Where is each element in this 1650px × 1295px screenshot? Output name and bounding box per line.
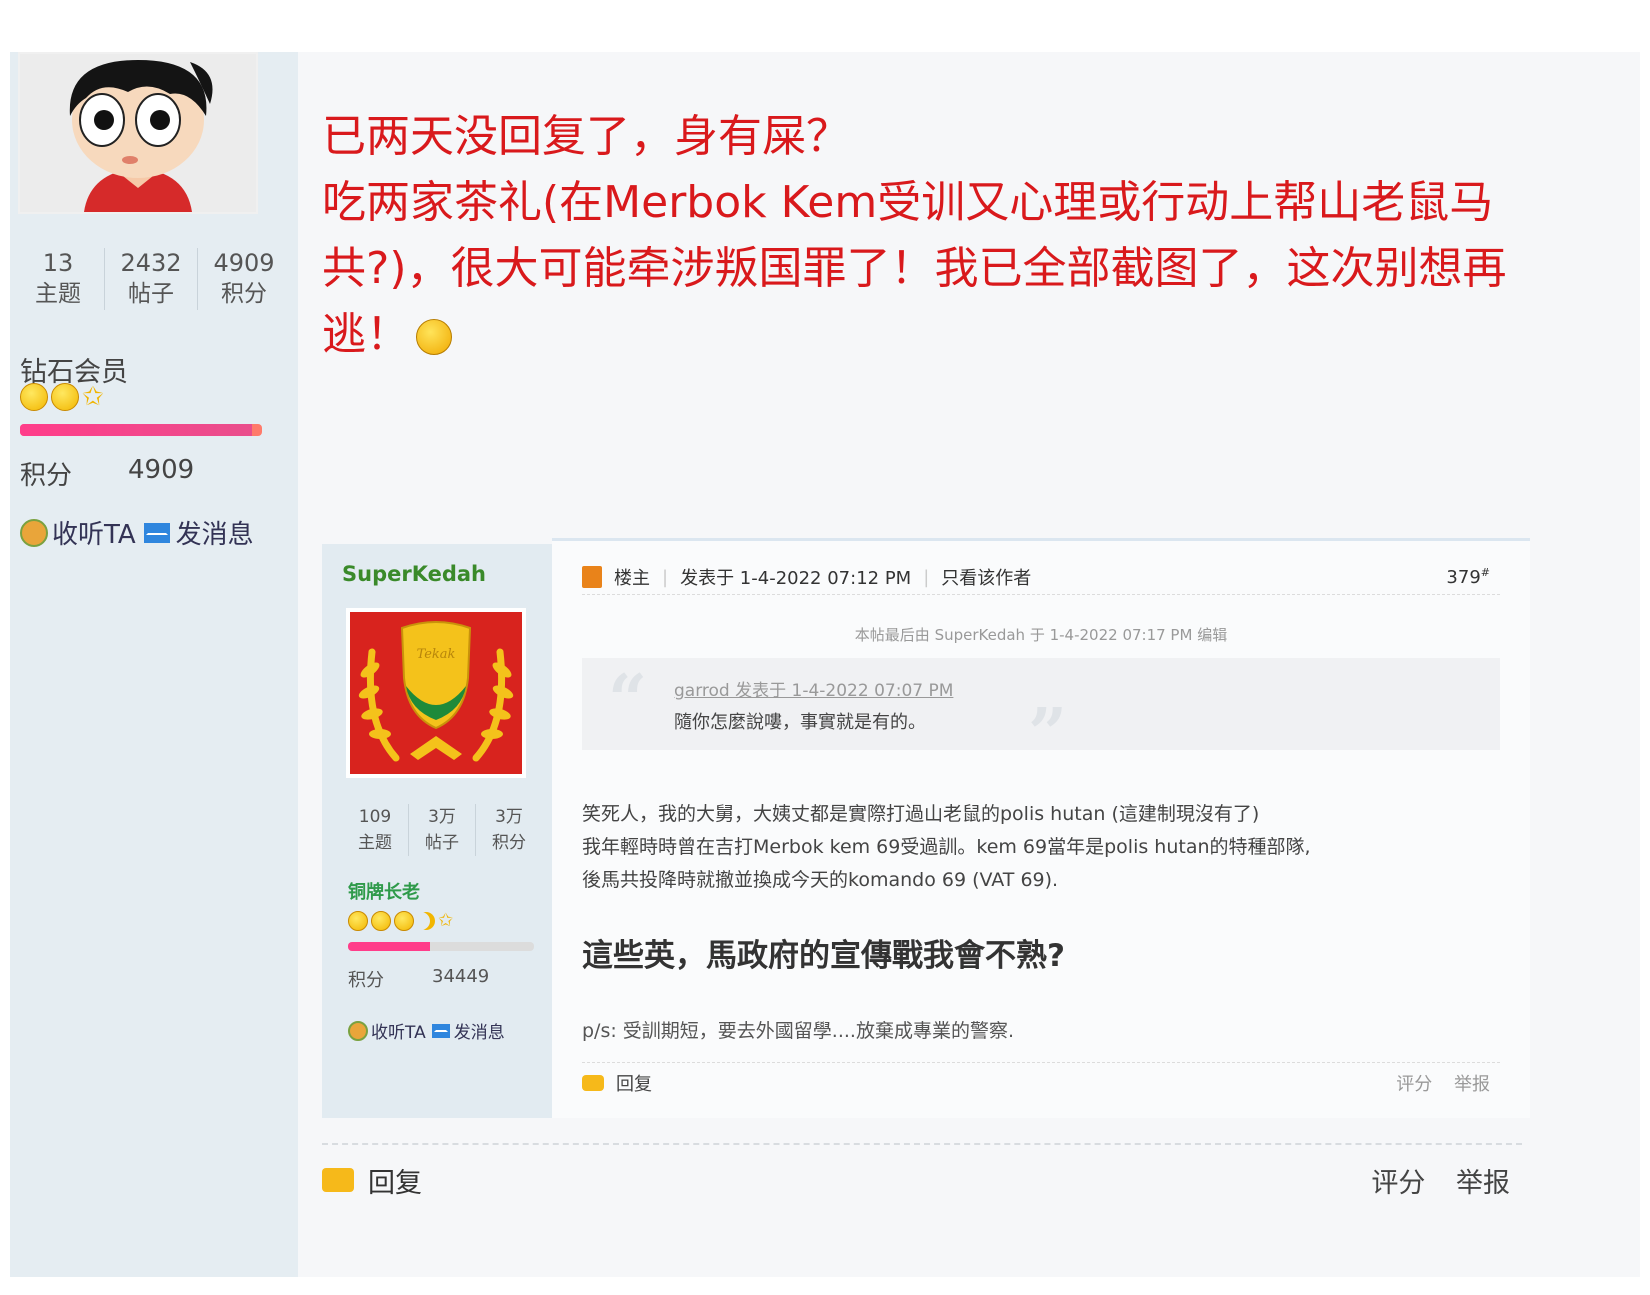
post-message: 已两天没回复了，身有屎？ 吃两家茶礼(在Merbok Kem受训又心理或行动上帮… xyxy=(322,104,1517,368)
star-icon: ✩ xyxy=(438,910,454,931)
outer-sidebar xyxy=(10,52,298,1277)
smiley-icon xyxy=(394,910,414,931)
stat-label: 帖子 xyxy=(128,281,174,307)
post-date: 发表于 1-4-2022 07:12 PM xyxy=(680,568,912,589)
points-value: 4909 xyxy=(128,455,195,485)
post-footer: 回复 评分 举报 xyxy=(582,1062,1500,1103)
floor-value: 379 xyxy=(1446,567,1481,588)
user-rank: 铜牌长老 xyxy=(348,882,420,903)
stat-value: 109 xyxy=(358,807,392,827)
floor-suffix: # xyxy=(1480,566,1490,579)
stat-topics[interactable]: 13 主题 xyxy=(12,248,104,310)
stat-points[interactable]: 4909 积分 xyxy=(197,248,290,310)
rank-icons: ✩ xyxy=(348,910,453,931)
stat-topics[interactable]: 109 主题 xyxy=(342,804,408,856)
points-label: 积分 xyxy=(348,970,384,991)
stat-value: 3万 xyxy=(428,807,456,827)
body-line: 後馬共投降時就撤並換成今天的komando 69 (VAT 69). xyxy=(582,869,1059,891)
quote-text: 隨你怎麼說嘍，事實就是有的。 xyxy=(674,712,926,733)
follow-icon xyxy=(20,518,48,547)
stat-points[interactable]: 3万 积分 xyxy=(475,804,542,856)
stat-value: 4909 xyxy=(213,249,275,277)
reply-icon xyxy=(582,1075,604,1091)
message-line: 吃两家茶礼(在Merbok Kem受训又心理或行动上帮山老鼠马共?)，很大可能牵… xyxy=(322,170,1517,368)
stat-label: 主题 xyxy=(358,833,392,853)
envelope-icon xyxy=(143,522,170,543)
stat-value: 2432 xyxy=(120,249,182,277)
level-progress-fill xyxy=(348,942,430,951)
footer-actions: 评分 举报 xyxy=(1371,1161,1510,1200)
kedah-emblem-icon: Tekak xyxy=(350,612,522,774)
stat-value: 3万 xyxy=(495,807,523,827)
open-quote-icon: “ xyxy=(608,660,648,740)
moon-icon xyxy=(417,912,435,930)
stat-posts[interactable]: 2432 帖子 xyxy=(104,248,197,310)
follow-icon xyxy=(348,1020,368,1041)
reply-icon xyxy=(322,1168,354,1192)
footer-actions: 评分 举报 xyxy=(1396,1070,1490,1096)
username[interactable]: SuperKedah xyxy=(342,562,486,586)
points-label: 积分 xyxy=(20,461,73,491)
author-tag: 楼主 xyxy=(614,568,650,589)
avatar[interactable]: Tekak xyxy=(346,608,526,778)
embedded-screenshot: SuperKedah Tekak 109 主题 3万 帖子 3万 积分 铜牌长老… xyxy=(322,538,1530,1118)
stat-value: 13 xyxy=(42,249,74,277)
reply-button[interactable]: 回复 xyxy=(616,1070,652,1096)
separator: | xyxy=(923,566,930,588)
post-info-bar: 楼主 | 发表于 1-4-2022 07:12 PM | 只看该作者 379# xyxy=(582,560,1500,595)
rank-icons: ✩ xyxy=(20,382,104,412)
message-link[interactable]: 发消息 xyxy=(454,1018,505,1043)
author-icon xyxy=(582,566,602,588)
divider xyxy=(322,1143,1522,1145)
smiley-icon xyxy=(51,383,79,411)
follow-link[interactable]: 收听TA xyxy=(52,514,136,551)
level-progress-fill xyxy=(20,424,253,436)
only-author-link[interactable]: 只看该作者 xyxy=(941,564,1031,590)
body-line: 笑死人，我的大舅，大姨丈都是實際打過山老鼠的polis hutan (這建制現沒… xyxy=(582,803,1260,825)
post-body: 笑死人，我的大舅，大姨丈都是實際打過山老鼠的polis hutan (這建制現沒… xyxy=(582,798,1482,897)
smiley-icon xyxy=(348,910,368,931)
stat-label: 主题 xyxy=(35,281,81,307)
rate-button[interactable]: 评分 xyxy=(1371,1168,1425,1199)
emblem-script: Tekak xyxy=(417,647,456,662)
message-link[interactable]: 发消息 xyxy=(176,514,254,551)
post-headline: 這些英，馬政府的宣傳戰我會不熟? xyxy=(582,938,1065,974)
body-line: 我年輕時時曾在吉打Merbok kem 69受過訓。kem 69當年是polis… xyxy=(582,836,1311,858)
smiley-icon xyxy=(371,910,391,931)
smiley-icon xyxy=(20,383,48,411)
cartoon-avatar-icon xyxy=(20,54,256,212)
report-button[interactable]: 举报 xyxy=(1454,1074,1490,1095)
floor-number[interactable]: 379# xyxy=(1446,566,1490,588)
thinking-face-icon xyxy=(416,319,452,355)
post-footer: 回复 评分 举报 xyxy=(322,1158,1510,1202)
stat-posts[interactable]: 3万 帖子 xyxy=(408,804,475,856)
close-quote-icon: ” xyxy=(1028,694,1068,774)
stat-label: 帖子 xyxy=(425,833,459,853)
follow-link[interactable]: 收听TA xyxy=(371,1018,426,1043)
user-actions: 收听TA 发消息 xyxy=(348,1018,505,1043)
post-ps: p/s: 受訓期短，要去外國留學....放棄成專業的警察. xyxy=(582,1020,1015,1042)
stat-label: 积分 xyxy=(492,833,526,853)
user-actions: 收听TA 发消息 xyxy=(20,514,254,551)
quote-block: “ ” garrod 发表于 1-4-2022 07:07 PM 隨你怎麼說嘍，… xyxy=(582,658,1500,774)
report-button[interactable]: 举报 xyxy=(1456,1168,1510,1199)
user-stats: 13 主题 2432 帖子 4909 积分 xyxy=(12,248,290,310)
stat-label: 积分 xyxy=(221,281,267,307)
message-text: 吃两家茶礼(在Merbok Kem受训又心理或行动上帮山老鼠马共?)，很大可能牵… xyxy=(322,177,1507,360)
quote-author-link[interactable]: garrod 发表于 1-4-2022 07:07 PM xyxy=(674,676,953,701)
reply-button[interactable]: 回复 xyxy=(368,1161,422,1200)
level-progress-bar xyxy=(348,942,534,951)
edit-note: 本帖最后由 SuperKedah 于 1-4-2022 07:17 PM 编辑 xyxy=(854,626,1228,644)
rate-button[interactable]: 评分 xyxy=(1396,1074,1432,1095)
separator: | xyxy=(662,566,669,588)
user-stats: 109 主题 3万 帖子 3万 积分 xyxy=(342,804,542,856)
level-progress-bar xyxy=(20,424,262,436)
star-icon: ✩ xyxy=(82,382,104,412)
envelope-icon xyxy=(431,1023,450,1038)
message-line: 已两天没回复了，身有屎？ xyxy=(322,111,850,162)
avatar[interactable] xyxy=(18,52,258,214)
points-value: 34449 xyxy=(432,966,490,987)
